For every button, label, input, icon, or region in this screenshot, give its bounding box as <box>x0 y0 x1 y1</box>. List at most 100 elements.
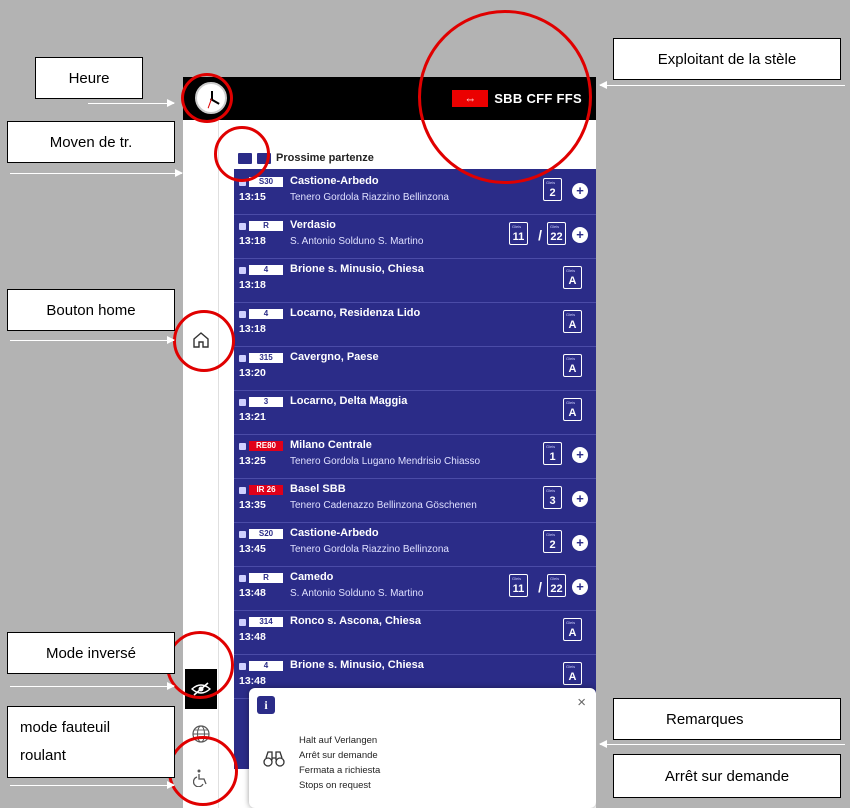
track-box: Gleis 2 <box>543 530 562 553</box>
label-remarques: Remarques <box>613 698 841 740</box>
line-info: 4 <box>239 265 283 275</box>
destination: Locarno, Delta Maggia <box>290 395 408 407</box>
more-info-button[interactable]: + <box>572 491 588 507</box>
via-stops: S. Antonio Solduno S. Martino <box>290 236 424 247</box>
destination: Ronco s. Ascona, Chiesa <box>290 615 422 627</box>
more-info-button[interactable]: + <box>572 447 588 463</box>
track-number: A <box>568 275 577 287</box>
binoculars-icon <box>263 751 285 767</box>
track-number: 2 <box>549 539 556 551</box>
remark-line-de: Halt auf Verlangen <box>299 735 378 746</box>
departure-time: 13:21 <box>239 411 266 423</box>
line-info: RE80 <box>239 441 283 451</box>
more-info-button[interactable]: + <box>572 227 588 243</box>
transport-mode-icon <box>239 618 246 626</box>
track-box: Gleis 22 <box>547 574 566 597</box>
line-badge: R <box>249 573 283 583</box>
transport-mode-icon <box>239 398 246 406</box>
line-badge: IR 26 <box>249 485 283 495</box>
line-badge: RE80 <box>249 441 283 451</box>
track-number: 1 <box>549 451 556 463</box>
departure-time: 13:48 <box>239 631 266 643</box>
transport-mode-icon <box>239 266 246 274</box>
via-stops: S. Antonio Solduno S. Martino <box>290 588 424 599</box>
track-box: Gleis A <box>563 310 582 333</box>
home-highlight <box>173 310 235 372</box>
departure-row[interactable]: S20 Castione-Arbedo 13:45 Tenero Gordola Ri… <box>234 523 596 567</box>
more-info-button[interactable]: + <box>572 183 588 199</box>
departure-time: 13:48 <box>239 587 266 599</box>
departure-time: 13:48 <box>239 675 266 687</box>
track-separator: / <box>538 227 542 243</box>
remarques-arrow <box>599 740 845 748</box>
line-info: 3 <box>239 397 283 407</box>
transport-mode-icon <box>239 310 246 318</box>
destination: Brione s. Minusio, Chiesa <box>290 659 424 671</box>
via-stops: Tenero Gordola Riazzino Bellinzona <box>290 192 449 203</box>
transport-mode-icon <box>239 442 246 450</box>
remark-line-it: Fermata a richiesta <box>299 765 381 776</box>
departure-row[interactable]: RE80 Milano Centrale 13:25 Tenero Gordola L… <box>234 435 596 479</box>
line-badge: 4 <box>249 265 283 275</box>
departure-row[interactable]: 4 Brione s. Minusio, Chiesa 13:18 Gleis A <box>234 259 596 303</box>
line-badge: S20 <box>249 529 283 539</box>
departure-time: 13:18 <box>239 323 266 335</box>
destination: Castione-Arbedo <box>290 175 379 187</box>
departure-row[interactable]: 4 Locarno, Residenza Lido 13:18 Gleis A <box>234 303 596 347</box>
wheelchair-highlight <box>168 736 238 806</box>
departure-row[interactable]: 3 Locarno, Delta Maggia 13:21 Gleis A <box>234 391 596 435</box>
departure-row[interactable]: R Camedo 13:48 S. Antonio Solduno S. Martin… <box>234 567 596 611</box>
transport-mode-icon <box>239 662 246 670</box>
track-number: A <box>568 407 577 419</box>
line-info: 4 <box>239 309 283 319</box>
info-display-screen: ⇔ SBB CFF FFS Prossime partenze S30 Casti… <box>183 77 596 808</box>
line-info: 4 <box>239 661 283 671</box>
label-heure: Heure <box>35 57 143 99</box>
via-stops: Tenero Cadenazzo Bellinzona Göschenen <box>290 500 477 511</box>
label-mode-inverse: Mode inversé <box>7 632 175 674</box>
departure-row[interactable]: 315 Cavergno, Paese 13:20 Gleis A <box>234 347 596 391</box>
track-number: A <box>568 363 577 375</box>
invert-arrow <box>10 682 175 690</box>
transport-mode-icon <box>239 354 246 362</box>
remark-line-en: Stops on request <box>299 780 371 791</box>
remark-popup: i × Halt auf Verlangen Arrêt sur demande… <box>249 688 596 808</box>
destination: Locarno, Residenza Lido <box>290 307 421 319</box>
departure-row[interactable]: S30 Castione-Arbedo 13:15 Tenero Gordola Ri… <box>234 171 596 215</box>
departure-row[interactable]: 314 Ronco s. Ascona, Chiesa 13:48 Gleis A <box>234 611 596 655</box>
departure-row[interactable]: IR 26 Basel SBB 13:35 Tenero Cadenazzo Bell… <box>234 479 596 523</box>
close-button[interactable]: × <box>577 694 586 711</box>
transport-mode-highlight <box>214 126 270 182</box>
exploitant-arrow <box>599 81 845 89</box>
departure-board: S30 Castione-Arbedo 13:15 Tenero Gordola Ri… <box>234 169 596 769</box>
transport-mode-icon <box>239 222 246 230</box>
line-badge: 314 <box>249 617 283 627</box>
more-info-button[interactable]: + <box>572 579 588 595</box>
more-info-button[interactable]: + <box>572 535 588 551</box>
departure-row[interactable]: R Verdasio 13:18 S. Antonio Solduno S. Mart… <box>234 215 596 259</box>
line-badge: 4 <box>249 661 283 671</box>
track-box: Gleis 1 <box>543 442 562 465</box>
label-mode-fauteuil: mode fauteuil roulant <box>7 706 175 778</box>
track-box: Gleis 11 <box>509 574 528 597</box>
via-stops: Tenero Gordola Lugano Mendrisio Chiasso <box>290 456 481 467</box>
remark-line-fr: Arrêt sur demande <box>299 750 378 761</box>
track-box: Gleis A <box>563 618 582 641</box>
heure-arrow <box>88 99 175 107</box>
track-number: 3 <box>549 495 556 507</box>
destination: Milano Centrale <box>290 439 372 451</box>
destination: Castione-Arbedo <box>290 527 379 539</box>
track-number: 11 <box>512 583 525 595</box>
wheelchair-arrow <box>10 781 175 789</box>
home-arrow <box>10 336 175 344</box>
track-box: Gleis 11 <box>509 222 528 245</box>
track-box: Gleis A <box>563 266 582 289</box>
line-info: 314 <box>239 617 283 627</box>
destination: Verdasio <box>290 219 336 231</box>
line-info: R <box>239 221 283 231</box>
track-number: A <box>568 671 577 683</box>
via-stops: Tenero Gordola Riazzino Bellinzona <box>290 544 449 555</box>
label-fauteuil-line2: roulant <box>20 747 66 764</box>
line-info: S20 <box>239 529 283 539</box>
track-box: Gleis A <box>563 354 582 377</box>
